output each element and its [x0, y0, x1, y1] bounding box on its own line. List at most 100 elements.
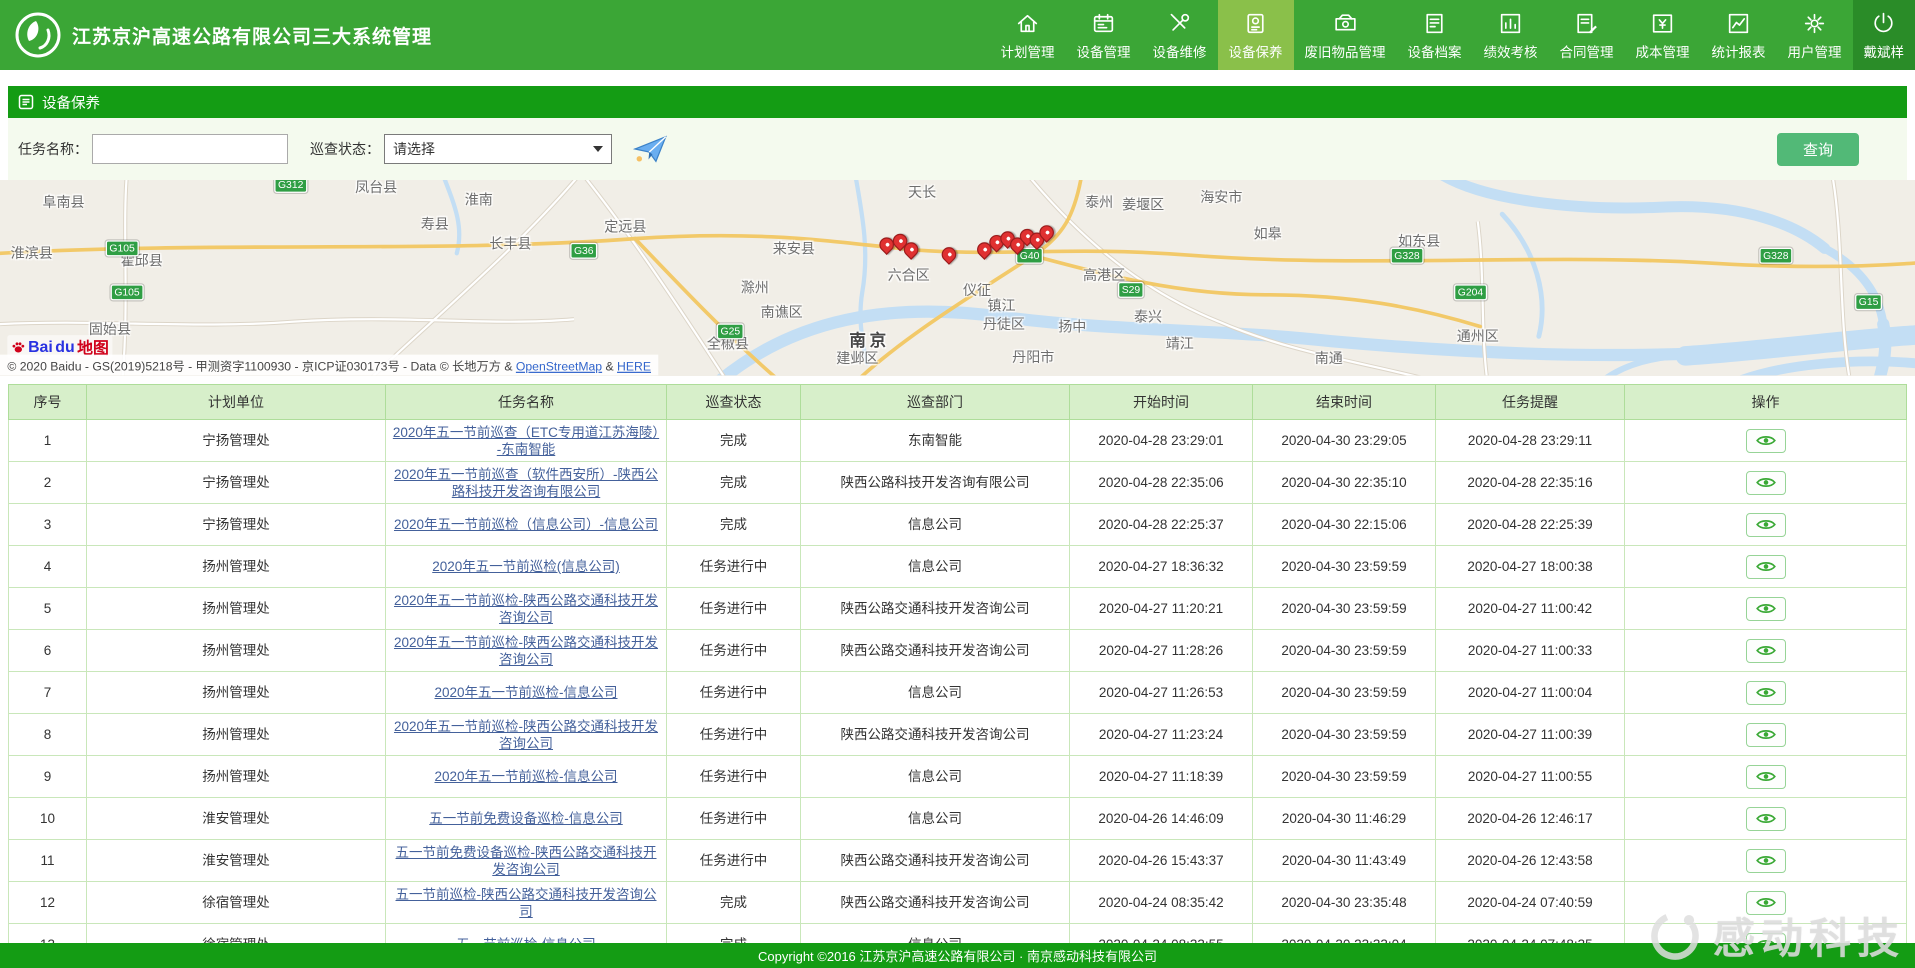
- cell-op: [1625, 588, 1907, 630]
- road-shield: G328: [1759, 248, 1792, 264]
- nav-item-cost[interactable]: 成本管理: [1625, 0, 1701, 70]
- task-link[interactable]: 五一节前巡检-陕西公路交通科技开发咨询公司: [396, 887, 657, 919]
- cell-end: 2020-04-30 11:46:29: [1253, 798, 1436, 840]
- table-row: 4扬州管理处2020年五一节前巡检(信息公司)任务进行中信息公司2020-04-…: [9, 546, 1907, 588]
- nav-item-user[interactable]: 用户管理: [1777, 0, 1853, 70]
- nav-item-maintenance[interactable]: 设备保养: [1218, 0, 1294, 70]
- cell-remind: 2020-04-28 22:25:39: [1436, 504, 1625, 546]
- nav-item-plan[interactable]: 计划管理: [990, 0, 1066, 70]
- cell-end: 2020-04-30 23:59:59: [1253, 672, 1436, 714]
- cell-status: 任务进行中: [667, 714, 801, 756]
- app-title: 江苏京沪高速公路有限公司三大系统管理: [72, 22, 432, 49]
- nav-item-label: 绩效考核: [1484, 41, 1538, 61]
- road-shield: G204: [1454, 284, 1487, 300]
- page-title: 设备保养: [42, 92, 100, 113]
- cell-dept: 信息公司: [801, 504, 1070, 546]
- nav-item-archive[interactable]: 设备档案: [1397, 0, 1473, 70]
- company-logo-icon: [14, 11, 62, 59]
- status-select[interactable]: 请选择: [384, 134, 612, 164]
- query-button[interactable]: 查询: [1777, 133, 1859, 166]
- view-button[interactable]: [1746, 681, 1786, 705]
- task-name-input[interactable]: [92, 134, 288, 164]
- col-header-task: 任务名称: [386, 385, 667, 420]
- cell-n: 4: [9, 546, 87, 588]
- map-city-label: 姜堰区: [1122, 195, 1164, 215]
- map-city-label: 长丰县: [489, 234, 531, 254]
- view-button[interactable]: [1746, 555, 1786, 579]
- cell-n: 10: [9, 798, 87, 840]
- map-city-label: 凤台县: [355, 180, 397, 197]
- nav-item-contract[interactable]: 合同管理: [1549, 0, 1625, 70]
- map[interactable]: 阜南县淮滨县霍邱县固始县凤台县淮南寿县长丰县定远县来安县滁州南谯区全椒县天长六合…: [0, 180, 1915, 376]
- map-city-label: 通州区: [1457, 327, 1499, 347]
- nav-item-stats[interactable]: 统计报表: [1701, 0, 1777, 70]
- map-city-label: 淮滨县: [11, 244, 53, 264]
- nav-item-performance[interactable]: 绩效考核: [1473, 0, 1549, 70]
- cell-status: 任务进行中: [667, 798, 801, 840]
- cell-start: 2020-04-28 22:35:06: [1070, 462, 1253, 504]
- cell-dept: 陕西公路交通科技开发咨询公司: [801, 840, 1070, 882]
- task-name-label: 任务名称：: [18, 139, 88, 159]
- road-shield: G25: [717, 324, 744, 340]
- task-link[interactable]: 五一节前免费设备巡检-信息公司: [429, 811, 623, 826]
- nav-item-waste[interactable]: 废旧物品管理: [1294, 0, 1397, 70]
- cell-task: 2020年五一节前巡检（信息公司）-信息公司: [386, 504, 667, 546]
- view-button[interactable]: [1746, 597, 1786, 621]
- cell-status: 任务进行中: [667, 840, 801, 882]
- task-link[interactable]: 2020年五一节前巡查（ETC专用道江苏海陵）-东南智能: [393, 425, 659, 457]
- cell-status: 完成: [667, 504, 801, 546]
- col-header-start: 开始时间: [1070, 385, 1253, 420]
- task-link[interactable]: 2020年五一节前巡检-陕西公路交通科技开发咨询公司: [394, 719, 658, 751]
- cell-status: 任务进行中: [667, 546, 801, 588]
- task-link[interactable]: 五一节前免费设备巡检-陕西公路交通科技开发咨询公司: [396, 845, 657, 877]
- cell-dept: 东南智能: [801, 420, 1070, 462]
- cell-task: 五一节前巡检-陕西公路交通科技开发咨询公司: [386, 882, 667, 924]
- page-header-bar: 设备保养: [8, 86, 1907, 118]
- send-locate-icon[interactable]: [632, 133, 670, 165]
- view-button[interactable]: [1746, 807, 1786, 831]
- osm-link[interactable]: OpenStreetMap: [516, 361, 602, 374]
- nav-item-repair[interactable]: 设备维修: [1142, 0, 1218, 70]
- task-link[interactable]: 2020年五一节前巡查（软件西安所）-陕西公路科技开发咨询有限公司: [394, 467, 658, 499]
- view-button[interactable]: [1746, 891, 1786, 915]
- nav-item-label: 设备保养: [1229, 41, 1283, 61]
- col-header-n: 序号: [9, 385, 87, 420]
- task-link[interactable]: 2020年五一节前巡检-陕西公路交通科技开发咨询公司: [394, 593, 658, 625]
- table-row: 8扬州管理处2020年五一节前巡检-陕西公路交通科技开发咨询公司任务进行中陕西公…: [9, 714, 1907, 756]
- road-shield: G105: [111, 284, 144, 300]
- cell-remind: 2020-04-27 11:00:04: [1436, 672, 1625, 714]
- view-button[interactable]: [1746, 765, 1786, 789]
- cell-unit: 淮安管理处: [87, 840, 386, 882]
- road-shield: G15: [1855, 294, 1882, 310]
- task-link[interactable]: 2020年五一节前巡检-信息公司: [434, 685, 617, 700]
- view-button[interactable]: [1746, 723, 1786, 747]
- task-link[interactable]: 2020年五一节前巡检（信息公司）-信息公司: [394, 517, 658, 532]
- cell-start: 2020-04-27 11:23:24: [1070, 714, 1253, 756]
- gear-icon: [1801, 10, 1828, 37]
- nav-item-equipment[interactable]: 设备管理: [1066, 0, 1142, 70]
- col-header-end: 结束时间: [1253, 385, 1436, 420]
- cell-op: [1625, 462, 1907, 504]
- cell-unit: 宁扬管理处: [87, 504, 386, 546]
- task-link[interactable]: 2020年五一节前巡检-陕西公路交通科技开发咨询公司: [394, 635, 658, 667]
- table-row: 12徐宿管理处五一节前巡检-陕西公路交通科技开发咨询公司完成陕西公路交通科技开发…: [9, 882, 1907, 924]
- view-button[interactable]: [1746, 429, 1786, 453]
- cell-dept: 陕西公路交通科技开发咨询公司: [801, 882, 1070, 924]
- cell-op: [1625, 798, 1907, 840]
- nav-item-logout[interactable]: 戴斌样: [1853, 0, 1915, 70]
- status-label: 巡查状态：: [310, 139, 380, 159]
- cell-unit: 淮安管理处: [87, 798, 386, 840]
- col-header-op: 操作: [1625, 385, 1907, 420]
- table-row: 5扬州管理处2020年五一节前巡检-陕西公路交通科技开发咨询公司任务进行中陕西公…: [9, 588, 1907, 630]
- here-link[interactable]: HERE: [617, 361, 651, 374]
- view-button[interactable]: [1746, 471, 1786, 495]
- view-button[interactable]: [1746, 639, 1786, 663]
- task-link[interactable]: 2020年五一节前巡检-信息公司: [434, 769, 617, 784]
- performance-icon: [1497, 10, 1524, 37]
- task-link[interactable]: 2020年五一节前巡检(信息公司): [432, 559, 620, 574]
- map-city-label: 滁州: [741, 278, 769, 298]
- cell-op: [1625, 420, 1907, 462]
- view-button[interactable]: [1746, 513, 1786, 537]
- map-city-label: 镇江: [987, 296, 1015, 316]
- view-button[interactable]: [1746, 849, 1786, 873]
